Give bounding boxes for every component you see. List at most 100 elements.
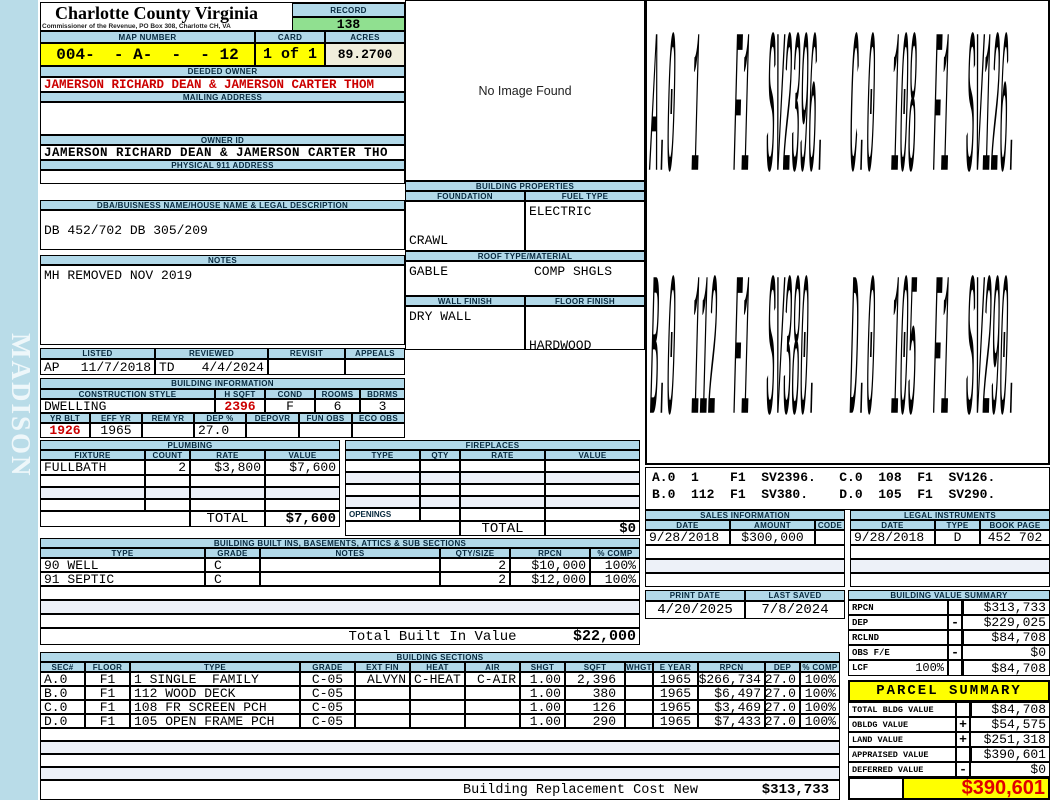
- listed-field[interactable]: AP 11/7/2018: [40, 359, 155, 375]
- remyr-field[interactable]: [142, 423, 194, 438]
- bdrms-label: BDRMS: [360, 389, 405, 399]
- building-section-row[interactable]: A.0 F1 1 SINGLE FAMILY C-05 ALVYN C-HEAT…: [40, 672, 840, 686]
- bs-rpcn: $266,734: [698, 672, 765, 686]
- sketch-legend-line2: B.0 112 F1 SV380. D.0 105 F1 SV290.: [652, 487, 996, 502]
- yrblt-field[interactable]: 1926: [40, 423, 90, 438]
- bs-type: 1 SINGLE FAMILY: [130, 672, 300, 686]
- notes-field[interactable]: MH REMOVED NOV 2019: [40, 265, 405, 345]
- effyr-field[interactable]: 1965: [90, 423, 142, 438]
- bs-heat: C-HEAT: [410, 672, 465, 686]
- fuel-field[interactable]: ELECTRIC: [525, 201, 645, 251]
- physical-address-field[interactable]: [40, 170, 405, 184]
- legal-row[interactable]: 9/28/2018 D 452 702: [850, 530, 1050, 545]
- bs-floor: F1: [85, 672, 130, 686]
- built-ins-col-comp: % COMP: [590, 548, 640, 558]
- bs-col-rpcn: RPCN: [698, 662, 765, 672]
- built-ins-col-notes: NOTES: [260, 548, 440, 558]
- plumbing-total-value: $7,600: [265, 511, 340, 527]
- legal-bookpage: 452 702: [980, 530, 1050, 545]
- cond-label: COND: [265, 389, 315, 399]
- card-label: CARD: [255, 31, 325, 43]
- building-section-row[interactable]: B.0 F1 112 WOOD DECK C-05 1.00 380 1965 …: [40, 686, 840, 700]
- reviewed-by: TD: [159, 359, 175, 375]
- bs-floor: F1: [85, 686, 130, 700]
- plumbing-row[interactable]: FULLBATH 2 $3,800 $7,600: [40, 460, 340, 475]
- deeded-owner-field[interactable]: JAMERSON RICHARD DEAN & JAMERSON CARTER …: [40, 77, 405, 92]
- replacement-cost-value: $313,733: [710, 780, 840, 800]
- depovr-field[interactable]: [246, 423, 299, 438]
- bs-eyear: 1965: [653, 714, 698, 728]
- ps-op: [956, 747, 970, 762]
- bdrms-field[interactable]: 3: [360, 399, 405, 413]
- bi-comp: 100%: [590, 572, 640, 586]
- built-ins-col-rpcn: RPCN: [510, 548, 590, 558]
- rooms-field[interactable]: 6: [315, 399, 360, 413]
- dba-field[interactable]: DB 452/702 DB 305/209: [40, 210, 405, 250]
- vs-op: -: [948, 615, 962, 630]
- built-ins-row[interactable]: 90 WELL C 2 $10,000 100%: [40, 558, 640, 572]
- vs-label: DEP: [848, 615, 948, 630]
- cond-field[interactable]: F: [265, 399, 315, 413]
- built-ins-row[interactable]: 91 SEPTIC C 2 $12,000 100%: [40, 572, 640, 586]
- owner-id-field[interactable]: JAMERSON RICHARD DEAN & JAMERSON CARTER …: [40, 145, 405, 160]
- building-section-row[interactable]: C.0 F1 108 FR SCREEN PCH C-05 1.00 126 1…: [40, 700, 840, 714]
- vs-op: -: [948, 645, 962, 660]
- sketch-canvas[interactable]: A.0 1 F1 SV2396. C.0 108 F1 SV126. B.0 1…: [645, 0, 1050, 465]
- bs-whgt: [625, 700, 653, 714]
- vs-value: $229,025: [962, 615, 1050, 630]
- fireplaces-total-row: TOTAL $0: [345, 521, 640, 536]
- mailing-address-field[interactable]: 1300 DEER ROAD PAMPLIN, VA 23958-3958: [40, 102, 405, 135]
- county-title: Charlotte County Virginia: [55, 3, 259, 23]
- dep-label: DEP %: [194, 413, 246, 423]
- revisit-field[interactable]: [268, 359, 345, 375]
- bi-notes: [260, 558, 440, 572]
- appeals-field[interactable]: [345, 359, 405, 375]
- bs-col-shgt: SHGT: [520, 662, 565, 672]
- bs-extfin: [355, 700, 410, 714]
- roof-field[interactable]: GABLE COMP SHGLS: [405, 261, 645, 296]
- bs-grade: C-05: [300, 672, 355, 686]
- building-sections-total-row: Building Replacement Cost New $313,733: [40, 780, 840, 800]
- ps-label: OBLDG VALUE: [848, 717, 956, 732]
- bs-heat: [410, 700, 465, 714]
- building-section-row[interactable]: D.0 F1 105 OPEN FRAME PCH C-05 1.00 290 …: [40, 714, 840, 728]
- ecoobs-field[interactable]: [352, 423, 405, 438]
- record-value-field[interactable]: 138: [292, 17, 405, 31]
- hsqft-field[interactable]: 2396: [215, 399, 265, 413]
- ps-value: $390,601: [970, 747, 1050, 762]
- construction-style-field[interactable]: DWELLING: [40, 399, 215, 413]
- vs-label: LCF: [852, 663, 869, 673]
- vs-value: $84,708: [962, 660, 1050, 676]
- reviewed-field[interactable]: TD 4/4/2024: [155, 359, 268, 375]
- acres-label: ACRES: [325, 31, 405, 43]
- empty-row: [40, 586, 640, 600]
- vs-op: [948, 630, 962, 645]
- foundation-field[interactable]: CRAWL CINDER BLOCK: [405, 201, 525, 251]
- fireplaces-openings-row: OPENINGS: [345, 508, 640, 521]
- acres-field[interactable]: 89.2700: [325, 43, 405, 66]
- photo-placeholder[interactable]: No Image Found: [405, 0, 645, 181]
- bs-dep: 27.0: [765, 714, 800, 728]
- parcel-summary-title: PARCEL SUMMARY: [848, 680, 1050, 702]
- empty-row: [40, 728, 840, 741]
- empty-row: [40, 600, 640, 614]
- taxable-label: TAXABLE VALUE: [848, 777, 904, 800]
- bs-heat: [410, 686, 465, 700]
- sales-row[interactable]: 9/28/2018 $300,000: [645, 530, 845, 545]
- floor-finish-field[interactable]: HARDWOOD VINYL: [525, 306, 645, 350]
- fireplaces-total-value: $0: [545, 521, 640, 536]
- legal-col-date: DATE: [850, 520, 935, 530]
- bi-rpcn: $12,000: [510, 572, 590, 586]
- map-number-field[interactable]: 004- - A- - - 12: [40, 43, 255, 66]
- bs-rpcn: $6,497: [698, 686, 765, 700]
- map-number-label: MAP NUMBER: [40, 31, 255, 43]
- empty-row: [40, 614, 640, 628]
- built-ins-total-label: Total Built In Value: [320, 628, 545, 645]
- built-ins-col-qty: QTY/SIZE: [440, 548, 510, 558]
- dep-field[interactable]: 27.0: [194, 423, 246, 438]
- listed-date: 11/7/2018: [80, 359, 151, 375]
- funobs-field[interactable]: [299, 423, 352, 438]
- card-field[interactable]: 1 of 1: [255, 43, 325, 66]
- wall-finish-field[interactable]: DRY WALL: [405, 306, 525, 350]
- county-subtitle: Commissioner of the Revenue, PO Box 308,…: [42, 23, 231, 30]
